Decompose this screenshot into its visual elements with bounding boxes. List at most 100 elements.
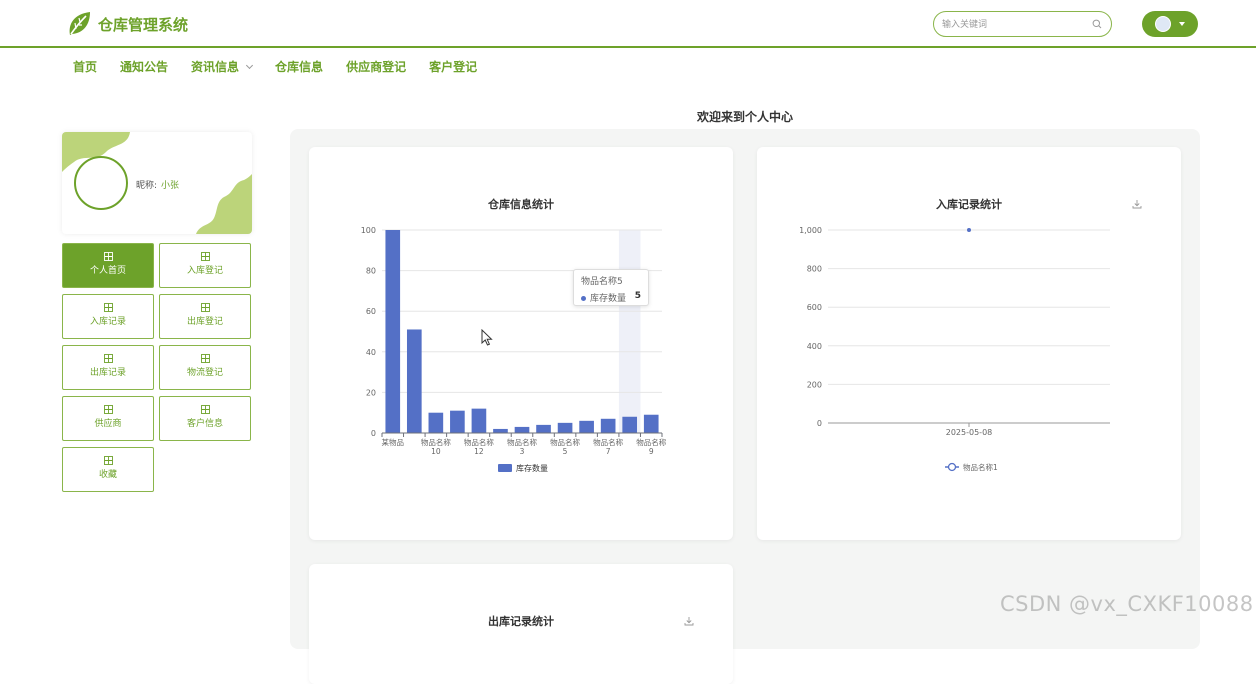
page-title: 欢迎来到个人中心 xyxy=(696,110,793,124)
menu-btn-customer-info[interactable]: 客户信息 xyxy=(159,396,251,441)
menu-label: 供应商 xyxy=(94,419,122,429)
y-tick-label: 0 xyxy=(371,429,376,438)
bar xyxy=(622,416,638,433)
nav-label: 资讯信息 xyxy=(191,60,240,74)
warehouse-stats-card: 仓库信息统计 0 20 40 60 80 100 某物品 物品名称 10 物品名称 12 物品名称 3 物… xyxy=(309,147,733,540)
download-icon[interactable] xyxy=(684,616,694,626)
legend-marker xyxy=(947,462,957,472)
grid-icon xyxy=(200,405,210,414)
bar xyxy=(406,329,422,433)
x-tick-label: 物品名称 7 xyxy=(593,437,623,456)
y-tick-label: 600 xyxy=(807,303,822,312)
grid-icon xyxy=(103,354,113,363)
grid-icon xyxy=(200,354,210,363)
chevron-down-icon xyxy=(246,61,254,69)
y-tick-label: 40 xyxy=(366,348,376,357)
legend-label: 库存数量 xyxy=(516,463,548,473)
y-tick-label: 0 xyxy=(817,419,822,428)
menu-btn-inbound-register[interactable]: 入库登记 xyxy=(159,243,251,288)
menu-btn-inbound-records[interactable]: 入库记录 xyxy=(62,294,154,339)
bar xyxy=(471,408,487,433)
bar xyxy=(557,422,573,433)
menu-btn-favorites[interactable]: 收藏 xyxy=(62,447,154,492)
app-logo[interactable]: 仓库管理系统 xyxy=(66,10,188,38)
y-tick-label: 200 xyxy=(807,380,822,389)
nav-label: 供应商登记 xyxy=(346,60,407,74)
tooltip-series: 库存数量 xyxy=(590,294,627,304)
nav-label: 仓库信息 xyxy=(275,60,324,74)
top-header: 仓库管理系统 xyxy=(0,0,1256,48)
menu-btn-profile-home[interactable]: 个人首页 xyxy=(62,243,154,288)
nav-item-news[interactable]: 资讯信息 xyxy=(191,58,254,75)
warehouse-bar-chart[interactable]: 020406080100某物品 物品名称 10物品名称 12物品名称 3物品名称 5物品名… xyxy=(309,147,733,540)
bar xyxy=(579,420,594,433)
grid-icon xyxy=(103,252,113,261)
x-tick-label: 2025-05-08 xyxy=(946,428,993,437)
menu-label: 收藏 xyxy=(98,470,117,480)
menu-label: 出库记录 xyxy=(89,368,126,378)
outbound-stats-card: 出库记录统计 xyxy=(309,564,733,684)
grid-icon xyxy=(200,303,210,312)
x-tick-label: 物品名称 10 xyxy=(421,437,451,456)
decor-leaf-bottom-right xyxy=(196,174,252,234)
main-nav: 首页 通知公告 资讯信息 仓库信息 供应商登记 客户登记 xyxy=(73,58,500,75)
data-point xyxy=(967,228,971,232)
menu-btn-logistics-register[interactable]: 物流登记 xyxy=(159,345,251,390)
app-title: 仓库管理系统 xyxy=(98,15,189,34)
menu-btn-outbound-register[interactable]: 出库登记 xyxy=(159,294,251,339)
bar xyxy=(536,424,551,433)
menu-label: 入库登记 xyxy=(186,266,223,276)
avatar xyxy=(1155,16,1171,32)
inbound-line-chart[interactable]: 0 200 400 600 800 1,000 2025-05-08 物品名称1 xyxy=(757,147,1181,540)
grid-icon xyxy=(103,456,113,465)
tooltip-title: 物品名称5 xyxy=(581,277,623,287)
leaf-logo-icon xyxy=(69,12,90,35)
legend-swatch xyxy=(498,464,512,472)
nickname-value: 小张 xyxy=(161,181,180,191)
watermark: CSDN @vx_CXKF10088 xyxy=(1000,592,1254,616)
bar xyxy=(450,410,465,433)
nav-item-warehouse[interactable]: 仓库信息 xyxy=(275,58,323,75)
tooltip-value: 5 xyxy=(634,291,641,301)
search-icon[interactable] xyxy=(1092,19,1102,29)
search-input[interactable] xyxy=(942,13,1092,37)
menu-label: 客户信息 xyxy=(186,419,223,429)
x-tick-label: 物品名称 9 xyxy=(636,437,666,456)
nav-item-notice[interactable]: 通知公告 xyxy=(120,58,168,75)
x-tick-label: 物品名称 5 xyxy=(550,437,580,456)
bar xyxy=(428,412,444,433)
x-tick-label: 物品名称 3 xyxy=(507,437,537,456)
profile-avatar[interactable] xyxy=(74,156,128,210)
menu-label: 入库记录 xyxy=(89,317,126,327)
search-box xyxy=(933,11,1112,37)
chart-tooltip: 物品名称5 库存数量 5 xyxy=(573,269,649,306)
mouse-cursor-icon xyxy=(481,329,493,346)
y-tick-label: 80 xyxy=(366,267,376,276)
bar xyxy=(600,418,616,433)
x-tick-label: 物品名称 12 xyxy=(464,437,494,456)
menu-label: 物流登记 xyxy=(186,368,223,378)
nav-item-home[interactable]: 首页 xyxy=(73,58,97,75)
y-tick-label: 800 xyxy=(807,265,822,274)
menu-label: 出库登记 xyxy=(186,317,223,327)
hover-highlight-band xyxy=(618,230,641,433)
nav-label: 通知公告 xyxy=(120,60,169,74)
nav-item-supplier[interactable]: 供应商登记 xyxy=(346,58,406,75)
legend-label: 物品名称1 xyxy=(963,462,998,472)
bar xyxy=(643,414,659,433)
inbound-stats-card: 入库记录统计 0 200 400 600 800 1,000 2025-05-08 物品名称1 xyxy=(757,147,1181,540)
nav-label: 首页 xyxy=(73,60,98,74)
nav-item-customer[interactable]: 客户登记 xyxy=(429,58,477,75)
dashboard-panel: 仓库信息统计 0 20 40 60 80 100 某物品 物品名称 10 物品名称 12 物品名称 3 物… xyxy=(290,129,1200,684)
menu-btn-outbound-records[interactable]: 出库记录 xyxy=(62,345,154,390)
tooltip-series-dot xyxy=(581,296,586,301)
nickname-label: 昵称: xyxy=(136,181,158,191)
bar xyxy=(493,428,508,433)
profile-card: 昵称: 小张 xyxy=(62,132,252,234)
menu-btn-supplier[interactable]: 供应商 xyxy=(62,396,154,441)
user-menu-button[interactable] xyxy=(1142,11,1198,37)
grid-icon xyxy=(103,405,113,414)
bar xyxy=(385,230,401,433)
caret-down-icon xyxy=(1179,22,1185,26)
grid-icon xyxy=(200,252,210,261)
